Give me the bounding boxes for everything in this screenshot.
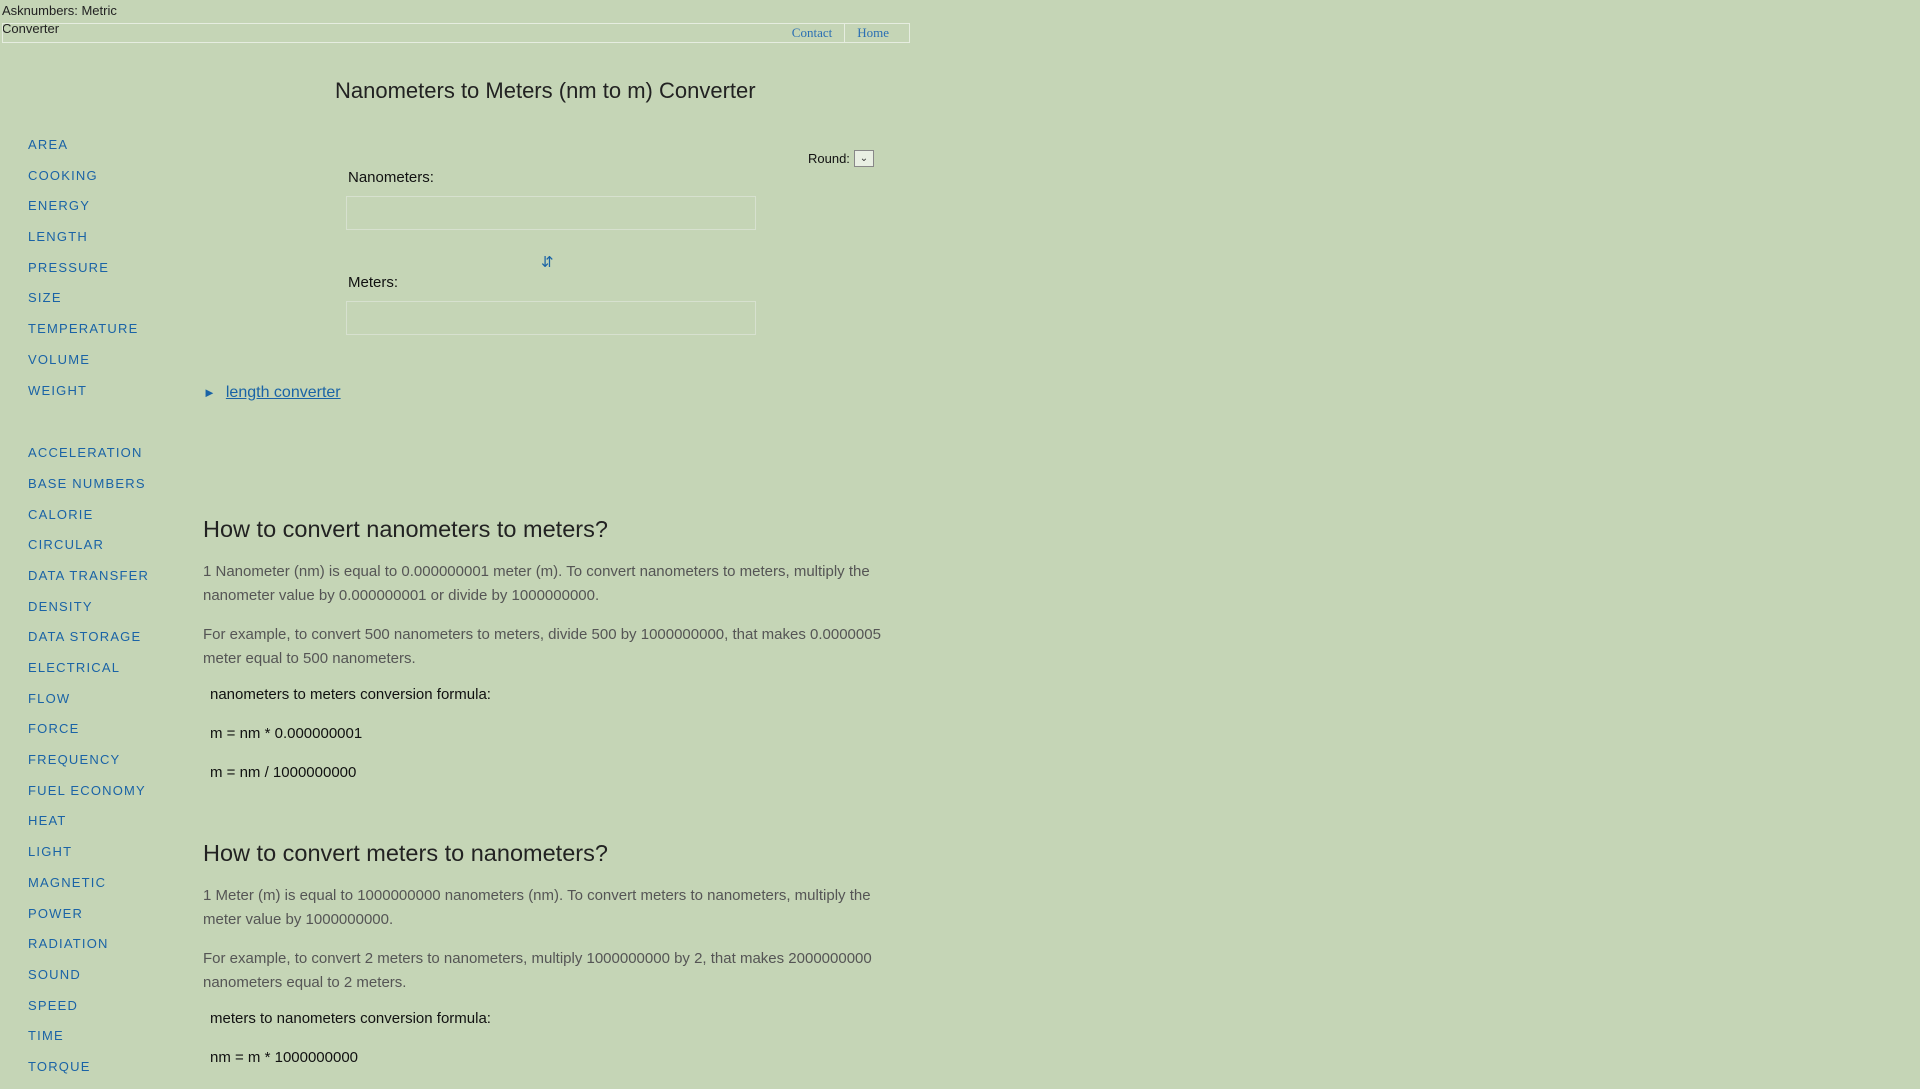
sidebar-nav: AREA COOKING ENERGY LENGTH PRESSURE SIZE… (28, 136, 149, 1089)
sidebar-item-density[interactable]: DENSITY (28, 598, 149, 629)
sidebar-item-radiation[interactable]: RADIATION (28, 935, 149, 966)
formula-title: nanometers to meters conversion formula: (210, 686, 491, 703)
swap-arrows-icon[interactable]: ⇵ (541, 253, 554, 271)
sidebar-item-flow[interactable]: FLOW (28, 690, 149, 721)
page-title: Nanometers to Meters (nm to m) Converter (335, 78, 756, 103)
sidebar-item-cooking[interactable]: COOKING (28, 167, 149, 198)
section-paragraph: For example, to convert 500 nanometers t… (203, 626, 881, 667)
round-control: Round: ⌄ (808, 150, 874, 167)
nanometers-input[interactable] (346, 196, 756, 230)
section-m-to-nm: How to convert meters to nanometers? 1 M… (203, 840, 893, 1066)
sidebar-item-data-storage[interactable]: DATA STORAGE (28, 628, 149, 659)
sidebar-item-sound[interactable]: SOUND (28, 966, 149, 997)
sidebar-item-base-numbers[interactable]: BASE NUMBERS (28, 475, 149, 506)
section-paragraph: 1 Nanometer (nm) is equal to 0.000000001… (203, 563, 870, 604)
contact-link[interactable]: Contact (780, 24, 844, 42)
sidebar-item-light[interactable]: LIGHT (28, 843, 149, 874)
section-paragraph: For example, to convert 2 meters to nano… (203, 950, 872, 991)
length-converter-link[interactable]: length converter (226, 384, 341, 401)
formula: m = nm / 1000000000 (210, 764, 357, 781)
chevron-down-icon: ⌄ (859, 153, 869, 164)
sidebar-item-calorie[interactable]: CALORIE (28, 506, 149, 537)
sidebar-item-energy[interactable]: ENERGY (28, 197, 149, 228)
sidebar-item-fuel-economy[interactable]: FUEL ECONOMY (28, 782, 149, 813)
sidebar-item-electrical[interactable]: ELECTRICAL (28, 659, 149, 690)
top-nav: Contact Home (780, 24, 901, 42)
top-nav-bar: Contact Home (2, 23, 910, 43)
formula: nm = m * 1000000000 (210, 1049, 359, 1066)
meters-label: Meters: (348, 274, 399, 291)
meters-input[interactable] (346, 301, 756, 335)
section-heading: How to convert nanometers to meters? (203, 516, 608, 542)
sidebar-item-length[interactable]: LENGTH (28, 228, 149, 259)
sidebar-item-size[interactable]: SIZE (28, 289, 149, 320)
sidebar-item-magnetic[interactable]: MAGNETIC (28, 874, 149, 905)
sidebar-item-area[interactable]: AREA (28, 136, 149, 167)
sidebar-item-frequency[interactable]: FREQUENCY (28, 751, 149, 782)
sidebar-item-circular[interactable]: CIRCULAR (28, 536, 149, 567)
sidebar-item-time[interactable]: TIME (28, 1027, 149, 1058)
sidebar-item-heat[interactable]: HEAT (28, 812, 149, 843)
formula-title: meters to nanometers conversion formula: (210, 1010, 491, 1027)
round-select[interactable]: ⌄ (853, 150, 874, 167)
nanometers-label: Nanometers: (348, 169, 434, 186)
sidebar-item-torque[interactable]: TORQUE (28, 1058, 149, 1089)
sidebar-item-power[interactable]: POWER (28, 905, 149, 936)
related-converter: ► length converter (203, 384, 341, 402)
sidebar-item-acceleration[interactable]: ACCELERATION (28, 444, 149, 475)
sidebar-item-data-transfer[interactable]: DATA TRANSFER (28, 567, 149, 598)
triangle-right-icon: ► (203, 385, 216, 400)
sidebar-item-speed[interactable]: SPEED (28, 997, 149, 1028)
section-paragraph: 1 Meter (m) is equal to 1000000000 nanom… (203, 887, 871, 928)
sidebar-item-temperature[interactable]: TEMPERATURE (28, 320, 149, 351)
sidebar-item-pressure[interactable]: PRESSURE (28, 259, 149, 290)
section-nm-to-m: How to convert nanometers to meters? 1 N… (203, 516, 893, 781)
formula: m = nm * 0.000000001 (210, 725, 363, 742)
sidebar-item-volume[interactable]: VOLUME (28, 351, 149, 382)
round-label: Round: (808, 151, 850, 166)
home-link[interactable]: Home (844, 24, 901, 42)
section-heading: How to convert meters to nanometers? (203, 840, 608, 866)
sidebar-item-force[interactable]: FORCE (28, 720, 149, 751)
sidebar-item-weight[interactable]: WEIGHT (28, 382, 149, 413)
